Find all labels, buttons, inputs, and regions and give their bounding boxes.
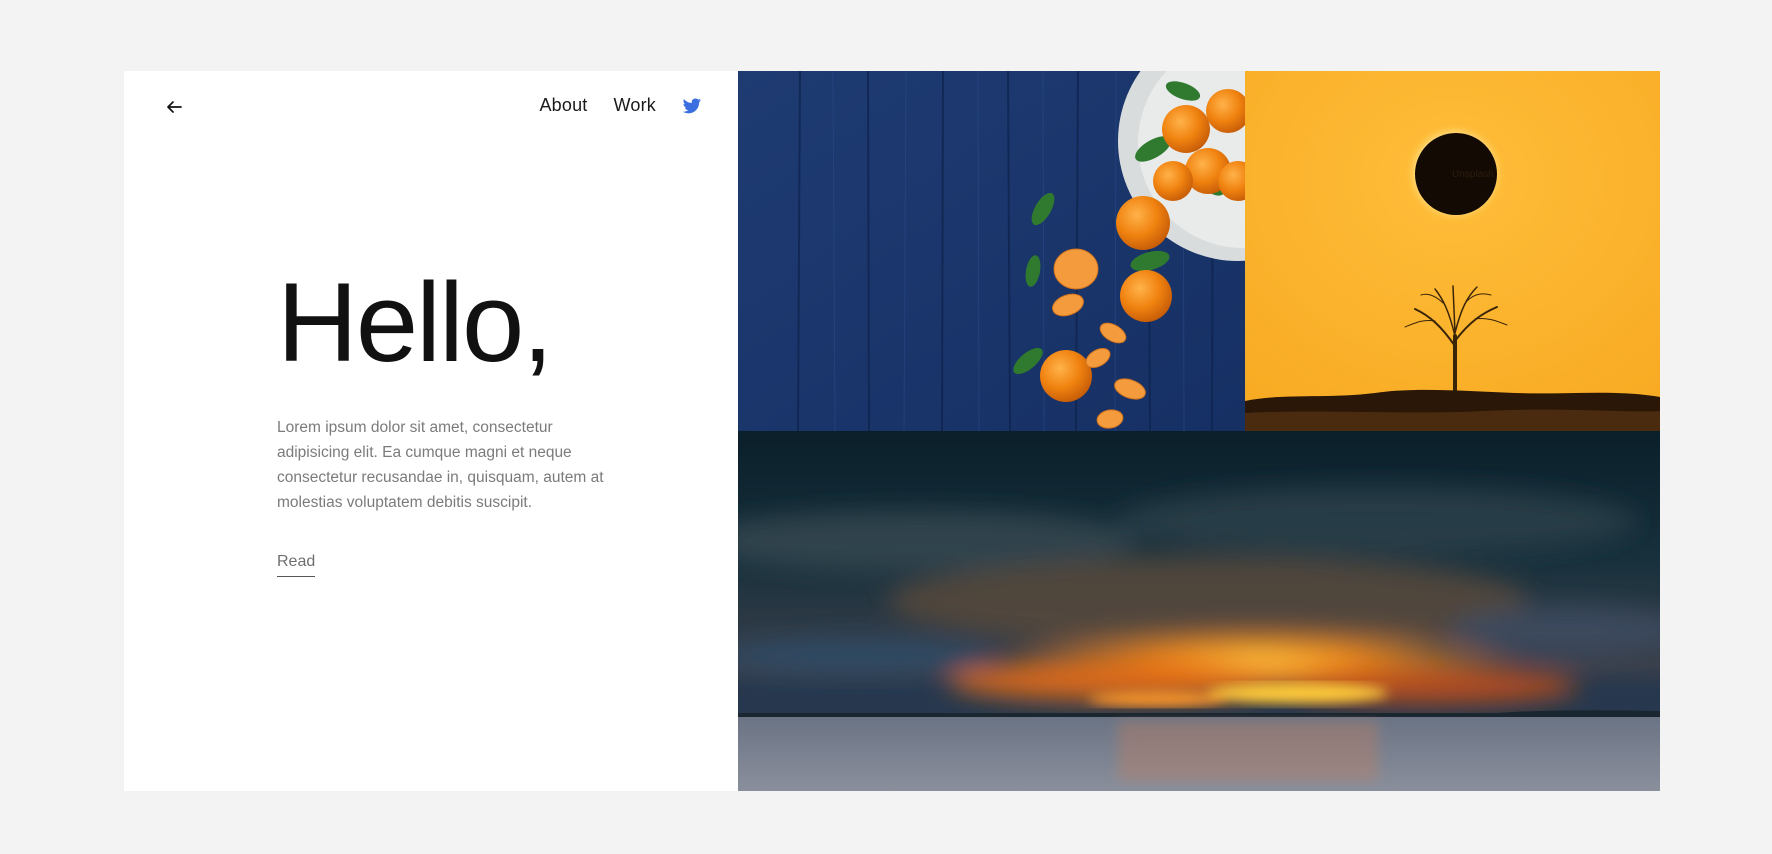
content-card: About Work Hello, Lorem ipsum dolor sit … xyxy=(124,71,1660,791)
oranges-photo xyxy=(738,71,1245,431)
image-gallery: Unsplash xyxy=(738,71,1660,791)
hero-title: Hello, xyxy=(277,260,553,385)
back-button[interactable] xyxy=(162,95,186,119)
nav-link-about[interactable]: About xyxy=(539,95,587,116)
gallery-image-oranges[interactable] xyxy=(738,71,1245,431)
hero-body: Lorem ipsum dolor sit amet, consectetur … xyxy=(277,419,604,511)
twitter-icon xyxy=(682,98,702,113)
arrow-left-icon xyxy=(167,101,182,113)
hero-content: Hello, Lorem ipsum dolor sit amet, conse… xyxy=(277,267,607,577)
gallery-image-sunset[interactable] xyxy=(738,431,1660,791)
top-nav: About Work xyxy=(539,95,702,116)
twitter-link[interactable] xyxy=(682,96,702,116)
eclipse-photo: Unsplash xyxy=(1245,71,1660,431)
nav-link-work[interactable]: Work xyxy=(614,95,656,116)
gallery-image-eclipse[interactable]: Unsplash xyxy=(1245,71,1660,431)
sunset-photo xyxy=(738,431,1660,791)
read-link[interactable]: Read xyxy=(277,553,316,577)
intro-panel: About Work Hello, Lorem ipsum dolor sit … xyxy=(124,71,738,791)
watermark-text: Unsplash xyxy=(1452,169,1494,180)
